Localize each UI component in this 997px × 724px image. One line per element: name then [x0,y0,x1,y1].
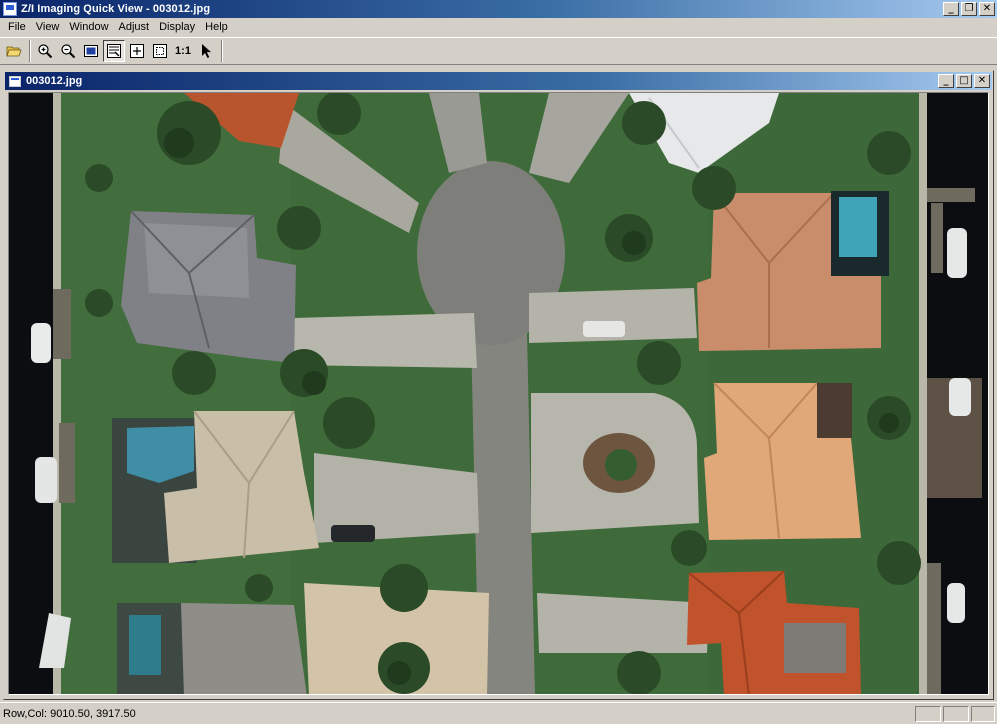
zoom-in-icon [38,44,53,59]
coordinate-readout: Row,Col: 9010.50, 3917.50 [3,707,136,720]
zoom-in-button[interactable] [34,40,56,62]
status-pane-1 [915,705,941,722]
document-title: 003012.jpg [26,75,83,87]
close-button[interactable]: ✕ [979,2,995,16]
doc-close-button[interactable]: ✕ [974,74,990,88]
zoom-out-button[interactable] [57,40,79,62]
pointer-button[interactable] [195,40,217,62]
app-icon[interactable] [3,2,17,16]
fit-window-button[interactable] [80,40,102,62]
document-title-bar[interactable]: 003012.jpg _ □ ✕ [5,72,992,90]
menu-help[interactable]: Help [200,18,233,37]
pointer-icon [202,44,211,58]
image-viewport[interactable] [8,92,989,695]
aerial-image[interactable] [9,93,989,695]
document-icon[interactable] [9,75,21,87]
title-bar[interactable]: Z/I Imaging Quick View - 003012.jpg _ ❐ … [0,0,997,18]
pan-button[interactable] [103,40,125,62]
toolbar-separator [29,40,31,62]
app-window: Z/I Imaging Quick View - 003012.jpg _ ❐ … [0,0,997,724]
menu-window[interactable]: Window [64,18,113,37]
open-folder-icon [6,46,22,57]
restore-button[interactable]: ❐ [961,2,977,16]
doc-maximize-button[interactable]: □ [956,74,972,88]
fit-image-button[interactable] [149,40,171,62]
one-to-one-icon: 1:1 [175,45,191,57]
zoom-box-button[interactable] [126,40,148,62]
doc-minimize-button[interactable]: _ [938,74,954,88]
one-to-one-button[interactable]: 1:1 [172,40,194,62]
status-bar: Row,Col: 9010.50, 3917.50 [0,702,997,724]
toolbar-separator-end [221,40,223,62]
status-pane-2 [943,705,969,722]
document-controls: _ □ ✕ [938,74,990,88]
zoom-box-icon [130,44,144,58]
window-title: Z/I Imaging Quick View - 003012.jpg [21,3,211,15]
menu-file[interactable]: File [3,18,31,37]
status-pane-3 [971,705,995,722]
minimize-button[interactable]: _ [943,2,959,16]
toolbar: 1:1 [0,37,997,65]
pan-icon [107,44,121,58]
fit-image-icon [153,44,167,58]
document-window: 003012.jpg _ □ ✕ [3,70,994,700]
fit-window-icon [84,45,98,57]
menu-display[interactable]: Display [154,18,200,37]
menu-adjust[interactable]: Adjust [114,18,155,37]
window-controls: _ ❐ ✕ [943,2,995,16]
mdi-workspace: 003012.jpg _ □ ✕ [0,66,997,702]
zoom-out-icon [61,44,76,59]
menu-bar: File View Window Adjust Display Help [0,18,997,37]
menu-view[interactable]: View [31,18,65,37]
open-button[interactable] [3,40,25,62]
